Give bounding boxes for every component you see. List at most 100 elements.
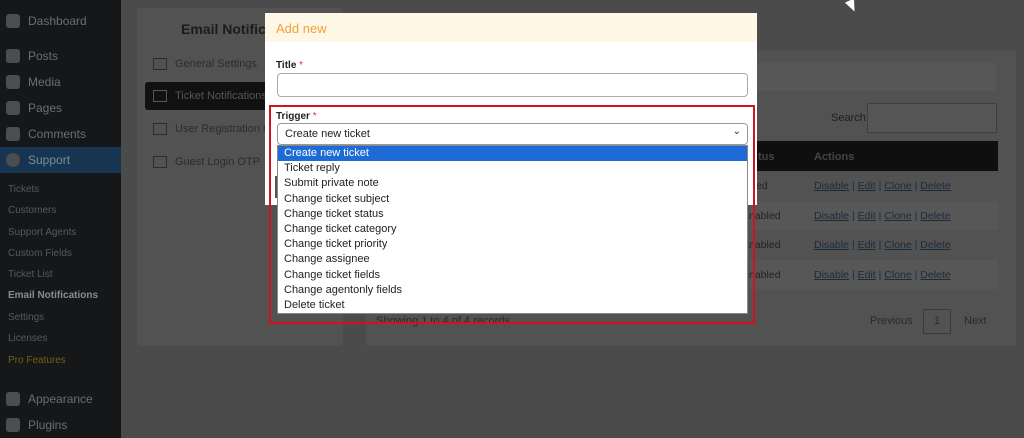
nav-label: Ticket Notifications	[175, 90, 267, 102]
menu-posts[interactable]: Posts	[0, 43, 121, 69]
trigger-selected-value: Create new ticket	[285, 128, 370, 140]
submenu-licenses[interactable]: Licenses	[8, 333, 47, 344]
separator: |	[878, 239, 882, 251]
disable-link[interactable]: Disable	[814, 269, 849, 281]
menu-label: Plugins	[28, 418, 68, 432]
separator: |	[878, 268, 882, 281]
menu-appearance[interactable]: Appearance	[0, 386, 121, 412]
title-label: Title *	[276, 60, 303, 71]
disable-link[interactable]: Disable	[814, 210, 849, 222]
submenu-email-notifications[interactable]: Email Notifications	[8, 290, 98, 301]
pages-icon	[6, 101, 20, 115]
support-icon	[6, 153, 20, 167]
trigger-option[interactable]: Change ticket fields	[278, 268, 747, 283]
delete-link[interactable]: Delete	[920, 180, 950, 192]
disable-link[interactable]: Disable	[814, 239, 849, 251]
actions-cell: Disable | Edit | Clone | Delete	[814, 210, 951, 222]
clone-link[interactable]: Clone	[884, 210, 911, 222]
table-row: Enabled Disable | Edit | Clone | Delete	[742, 230, 998, 259]
search-label: Search:	[831, 112, 869, 124]
delete-link[interactable]: Delete	[920, 210, 950, 222]
header-actions: Actions	[814, 151, 855, 163]
edit-link[interactable]: Edit	[858, 239, 876, 251]
trigger-option[interactable]: Change agentonly fields	[278, 283, 747, 298]
separator: |	[851, 209, 855, 222]
dashboard-icon	[6, 14, 20, 28]
edit-link[interactable]: Edit	[858, 180, 876, 192]
separator: |	[914, 268, 918, 281]
brush-icon	[6, 392, 20, 406]
separator: |	[914, 180, 918, 192]
delete-link[interactable]: Delete	[920, 269, 950, 281]
nav-label: General Settings	[175, 58, 257, 70]
search-input[interactable]	[867, 103, 997, 133]
trigger-option[interactable]: Ticket reply	[278, 161, 747, 176]
submenu-customers[interactable]: Customers	[8, 205, 56, 216]
submenu-custom-fields[interactable]: Custom Fields	[8, 248, 72, 259]
mouse-cursor-icon	[844, 0, 860, 14]
next-button[interactable]: Next	[964, 315, 987, 327]
trigger-option[interactable]: Delete ticket	[278, 298, 747, 313]
panel-title: Email Notifica	[181, 21, 274, 37]
menu-label: Media	[28, 75, 61, 89]
page-1-button[interactable]: 1	[923, 309, 951, 334]
previous-button[interactable]: Previous	[870, 315, 913, 327]
separator: |	[914, 209, 918, 222]
nav-label: Guest Login OTP	[175, 156, 260, 168]
sliders-icon	[153, 58, 167, 70]
separator: |	[878, 209, 882, 222]
submenu-ticket-list[interactable]: Ticket List	[8, 269, 53, 280]
required-mark: *	[299, 60, 304, 71]
title-input[interactable]	[277, 73, 748, 97]
submenu-settings[interactable]: Settings	[8, 312, 44, 323]
table-row: Enabled Disable | Edit | Clone | Delete	[742, 200, 998, 230]
trigger-option[interactable]: Change ticket priority	[278, 237, 747, 252]
trigger-select[interactable]: Create new ticket ⌄	[277, 123, 748, 145]
actions-cell: Disable | Edit | Clone | Delete	[814, 239, 951, 251]
admin-sidebar: Dashboard Posts Media Pages Comments Sup…	[0, 0, 121, 438]
menu-label: Support	[28, 153, 71, 167]
trigger-option[interactable]: Change ticket category	[278, 222, 747, 237]
separator: |	[878, 180, 882, 192]
menu-plugins[interactable]: Plugins	[0, 412, 121, 438]
trigger-option[interactable]: Change ticket status	[278, 207, 747, 222]
media-icon	[6, 75, 20, 89]
clone-link[interactable]: Clone	[884, 180, 911, 192]
menu-media[interactable]: Media	[0, 69, 121, 95]
sitemap-icon	[153, 123, 167, 135]
edit-link[interactable]: Edit	[858, 269, 876, 281]
menu-label: Posts	[28, 49, 59, 63]
comment-icon	[6, 127, 20, 141]
menu-label: Pages	[28, 101, 63, 115]
trigger-option[interactable]: Submit private note	[278, 176, 747, 191]
title-label-text: Title	[276, 60, 297, 71]
trigger-option[interactable]: Change assignee	[278, 252, 747, 267]
edit-link[interactable]: Edit	[858, 210, 876, 222]
menu-pages[interactable]: Pages	[0, 95, 121, 121]
chevron-down-icon: ⌄	[732, 126, 741, 137]
separator: |	[914, 239, 918, 251]
submenu-tickets[interactable]: Tickets	[8, 184, 39, 195]
separator: |	[851, 180, 855, 192]
disable-link[interactable]: Disable	[814, 180, 849, 192]
clone-link[interactable]: Clone	[884, 239, 911, 251]
actions-cell: Disable | Edit | Clone | Delete	[814, 180, 951, 192]
submenu-pro-features[interactable]: Pro Features	[8, 355, 66, 366]
delete-link[interactable]: Delete	[920, 239, 950, 251]
menu-comments[interactable]: Comments	[0, 121, 121, 147]
header-status: tus	[758, 151, 775, 163]
menu-label: Appearance	[28, 392, 93, 406]
clone-link[interactable]: Clone	[884, 269, 911, 281]
table-row: Enabled Disable | Edit | Clone | Delete	[742, 259, 998, 289]
submenu-support-agents[interactable]: Support Agents	[8, 227, 76, 238]
plugin-icon	[6, 418, 20, 432]
menu-support[interactable]: Support	[0, 147, 121, 173]
separator: |	[851, 268, 855, 281]
trigger-option[interactable]: Create new ticket	[278, 146, 747, 162]
table-header: tus Actions	[750, 141, 998, 171]
trigger-dropdown-list: Create new ticket Ticket reply Submit priv…	[277, 145, 748, 314]
modal-title: Add new	[265, 13, 757, 42]
menu-label: Comments	[28, 127, 87, 141]
menu-dashboard[interactable]: Dashboard	[0, 8, 121, 34]
trigger-option[interactable]: Change ticket subject	[278, 192, 747, 207]
